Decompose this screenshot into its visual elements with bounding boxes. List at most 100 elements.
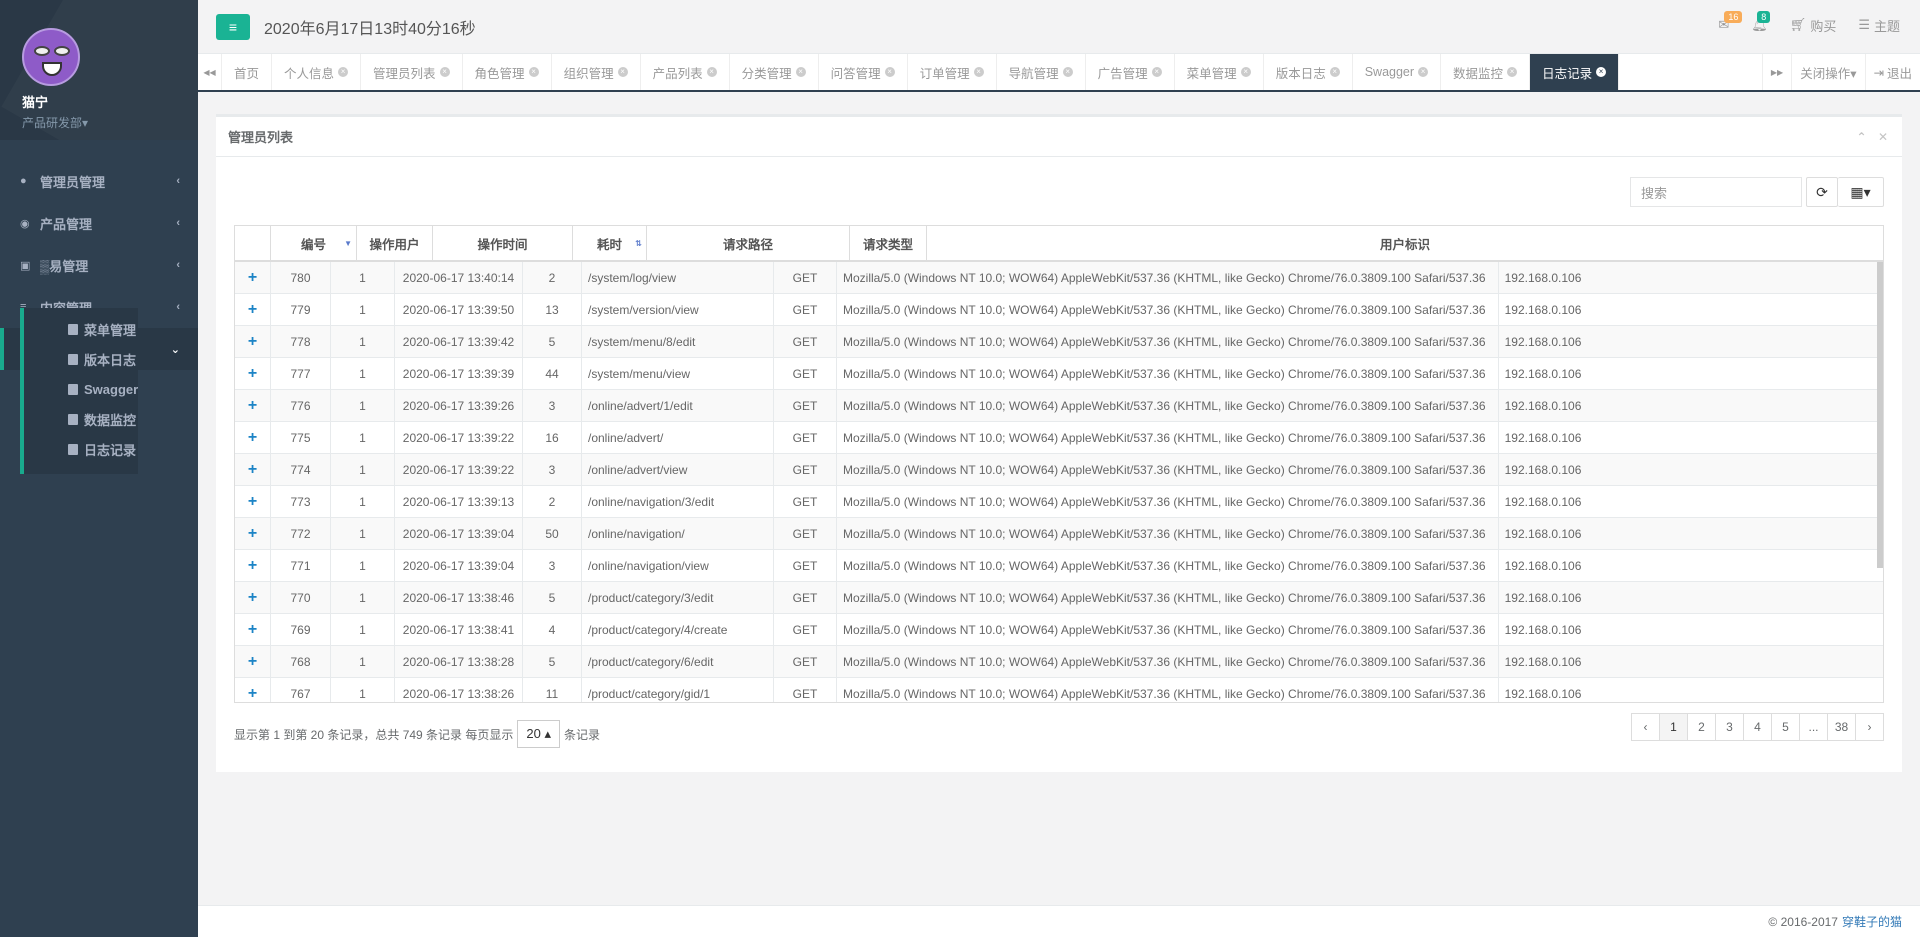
tab-item[interactable]: 个人信息 × (272, 54, 362, 90)
column-header[interactable]: 编号 ▼ (271, 226, 357, 260)
pagination-prev[interactable]: ‹ (1631, 713, 1660, 741)
submenu-item[interactable]: 版本日志 (24, 344, 138, 374)
column-header[interactable]: 请求路径 (647, 226, 850, 260)
tab-item[interactable]: 产品列表 × (641, 54, 730, 90)
close-icon[interactable]: × (1151, 67, 1162, 77)
close-icon[interactable]: ✕ (1878, 130, 1888, 144)
tab-item[interactable]: 角色管理 × (463, 54, 552, 90)
submenu-item[interactable]: Swagger (24, 374, 138, 404)
collapse-icon[interactable]: ⌃ (1857, 130, 1867, 144)
close-icon[interactable]: × (795, 67, 806, 77)
close-icon[interactable]: × (1329, 67, 1340, 77)
close-icon[interactable]: × (973, 67, 984, 77)
close-icon[interactable]: × (1596, 67, 1607, 77)
submenu-item[interactable]: 数据监控 (24, 404, 138, 434)
tab-item[interactable]: 菜单管理 × (1175, 54, 1264, 90)
tab-item[interactable]: 问答管理 × (819, 54, 908, 90)
plus-icon[interactable]: + (248, 493, 257, 511)
pagination-page[interactable]: 1 (1659, 713, 1688, 741)
tab-label: 广告管理 (1097, 66, 1148, 81)
close-icon[interactable]: × (1240, 67, 1251, 77)
plus-icon[interactable]: + (248, 429, 257, 447)
plus-icon[interactable]: + (248, 685, 257, 703)
plus-icon[interactable]: + (248, 525, 257, 543)
tab-item[interactable]: 分类管理 × (730, 54, 819, 90)
close-icon[interactable]: × (439, 67, 450, 77)
tab-item[interactable]: 订单管理 × (908, 54, 997, 90)
submenu-item[interactable]: 菜单管理 (24, 314, 138, 344)
plus-icon[interactable]: + (248, 301, 257, 319)
refresh-button[interactable]: ⟳ (1806, 177, 1838, 207)
column-header[interactable]: 操作用户 (357, 226, 433, 260)
tabs-scroll-left-button[interactable]: ◀◀ (198, 54, 222, 90)
close-icon[interactable]: × (1062, 67, 1073, 77)
close-icon[interactable]: × (706, 67, 717, 77)
plus-icon[interactable]: + (248, 621, 257, 639)
sidebar-item-2[interactable]: ▣ ▒易管理 ‹ (0, 244, 198, 286)
tab-item[interactable]: Swagger × (1353, 54, 1442, 90)
column-header[interactable]: 请求类型 (850, 226, 927, 260)
tab-item[interactable]: 导航管理 × (997, 54, 1086, 90)
columns-toggle-button[interactable]: ▦▾ (1838, 177, 1884, 207)
page-tabs: ◀◀ 首页 个人信息 × 管理员列表 × 角色管理 × 组织管理 × 产品列表 × 分类管理 × 问答管理… (198, 54, 1920, 92)
pagination-page[interactable]: 38 (1827, 713, 1856, 741)
plus-icon[interactable]: + (248, 333, 257, 351)
table-cell: 2020-06-17 13:40:14 (395, 262, 523, 293)
close-icon[interactable]: × (1418, 67, 1429, 77)
close-icon[interactable]: × (1507, 67, 1518, 77)
plus-icon[interactable]: + (248, 365, 257, 383)
table-cell: 192.168.0.106 (1504, 366, 1582, 381)
table-scrollbar[interactable] (1877, 262, 1883, 568)
author-link[interactable]: 穿鞋子的猫 (1842, 913, 1902, 930)
pagination-page[interactable]: 2 (1687, 713, 1716, 741)
table-cell: 777 (271, 358, 331, 389)
tab-item[interactable]: 版本日志 × (1264, 54, 1353, 90)
menu-toggle-button[interactable]: ≡ (216, 13, 250, 40)
plus-icon[interactable]: + (248, 557, 257, 575)
close-operations-dropdown[interactable]: 关闭操作▾ (1791, 54, 1864, 90)
tab-item[interactable]: 首页 (222, 54, 273, 90)
table-cell: 44 (523, 358, 582, 389)
profile-dept-dropdown[interactable]: 产品研发部▾ (22, 114, 198, 131)
sidebar-item-0[interactable]: ● 管理员管理 ‹ (0, 160, 198, 202)
close-icon[interactable]: × (338, 67, 349, 77)
submenu-item[interactable]: 日志记录 (24, 434, 138, 464)
pagination-page[interactable]: 3 (1715, 713, 1744, 741)
table-cell: 2020-06-17 13:38:26 (395, 678, 523, 702)
pagination-page[interactable]: 4 (1743, 713, 1772, 741)
mail-button[interactable]: ✉ 16 (1718, 11, 1743, 33)
avatar[interactable] (22, 28, 80, 86)
table-cell: 192.168.0.106 (1504, 686, 1582, 701)
logout-button[interactable]: ⇥ 退出 (1864, 54, 1920, 90)
tab-item[interactable]: 广告管理 × (1086, 54, 1175, 90)
tab-item[interactable]: 组织管理 × (552, 54, 641, 90)
tab-item[interactable]: 数据监控 × (1441, 54, 1531, 90)
file-icon (68, 323, 78, 335)
plus-icon[interactable]: + (248, 589, 257, 607)
page-size-dropdown[interactable]: 20 ▴ (517, 720, 560, 748)
plus-icon[interactable]: + (248, 461, 257, 479)
column-header[interactable]: 耗时 ⇅ (573, 226, 647, 260)
notification-button[interactable]: 🔔︎ 8 (1751, 11, 1771, 33)
tabs-scroll-right-button[interactable]: ▶▶ (1761, 54, 1791, 90)
table-cell: 192.168.0.106 (1504, 462, 1582, 477)
column-header[interactable]: 用户标识 (927, 226, 1883, 260)
plus-icon[interactable]: + (248, 397, 257, 415)
close-icon[interactable]: × (528, 67, 539, 77)
topbar: ≡ 2020年6月17日13时40分16秒 ✉ 16 🔔︎ 8 🛒︎ 购买 ☰ … (198, 0, 1920, 54)
search-input[interactable]: 搜索 (1630, 177, 1802, 207)
pagination-page[interactable]: 5 (1771, 713, 1800, 741)
theme-button[interactable]: ☰ 主题 (1858, 16, 1900, 35)
close-icon[interactable]: × (617, 67, 628, 77)
table-cell: 1 (331, 358, 395, 389)
plus-icon[interactable]: + (248, 269, 257, 287)
tab-item[interactable]: 管理员列表 × (361, 54, 463, 90)
panel-tools: ⌃ ✕ (1857, 130, 1888, 144)
column-header[interactable]: 操作时间 (433, 226, 573, 260)
buy-button[interactable]: 🛒︎ 购买 (1790, 16, 1837, 35)
tab-item[interactable]: 日志记录 × (1530, 54, 1620, 90)
sidebar-item-1[interactable]: ◉ 产品管理 ‹ (0, 202, 198, 244)
pagination-next[interactable]: › (1855, 713, 1884, 741)
close-icon[interactable]: × (884, 67, 895, 77)
plus-icon[interactable]: + (248, 653, 257, 671)
